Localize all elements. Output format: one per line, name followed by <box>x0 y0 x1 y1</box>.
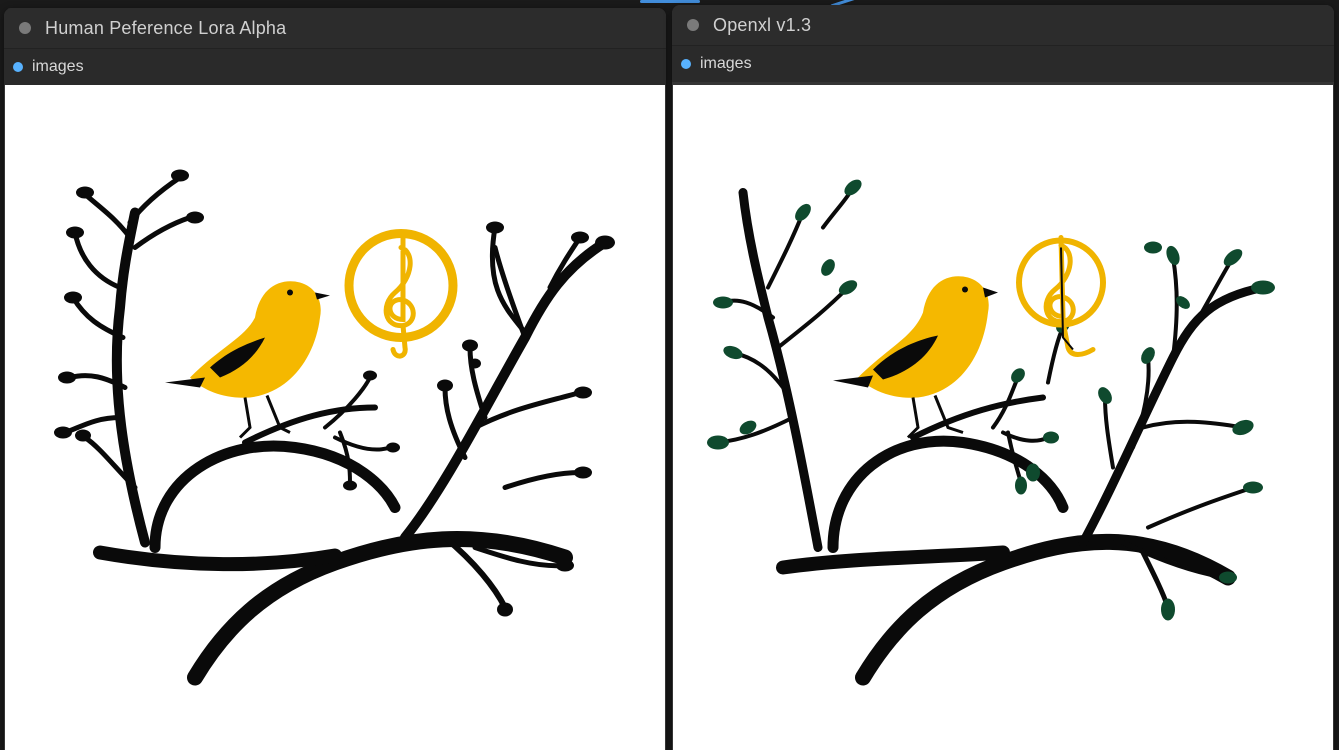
collapse-dot-icon[interactable] <box>19 22 31 34</box>
node-title: Openxl v1.3 <box>713 14 812 35</box>
bird-illustration-openxl <box>707 179 1275 686</box>
node-header[interactable]: Openxl v1.3 <box>672 5 1334 46</box>
input-slot-label: images <box>32 58 84 75</box>
node-input-slot[interactable]: images <box>672 46 1334 82</box>
node-input-slot[interactable]: images <box>4 49 666 85</box>
preview-image-node-lora[interactable]: Human Peference Lora Alpha images <box>4 8 666 750</box>
input-slot-label: images <box>700 55 752 72</box>
input-socket-icon[interactable] <box>13 62 23 72</box>
collapse-dot-icon[interactable] <box>687 19 699 31</box>
preview-image-node-openxl[interactable]: Openxl v1.3 images <box>672 5 1334 750</box>
node-header[interactable]: Human Peference Lora Alpha <box>4 8 666 49</box>
bird-illustration-lora <box>54 169 615 686</box>
preview-image <box>673 85 1333 750</box>
preview-image <box>5 85 665 750</box>
node-title: Human Peference Lora Alpha <box>45 17 287 38</box>
input-socket-icon[interactable] <box>681 59 691 69</box>
connection-wire[interactable] <box>640 0 700 3</box>
